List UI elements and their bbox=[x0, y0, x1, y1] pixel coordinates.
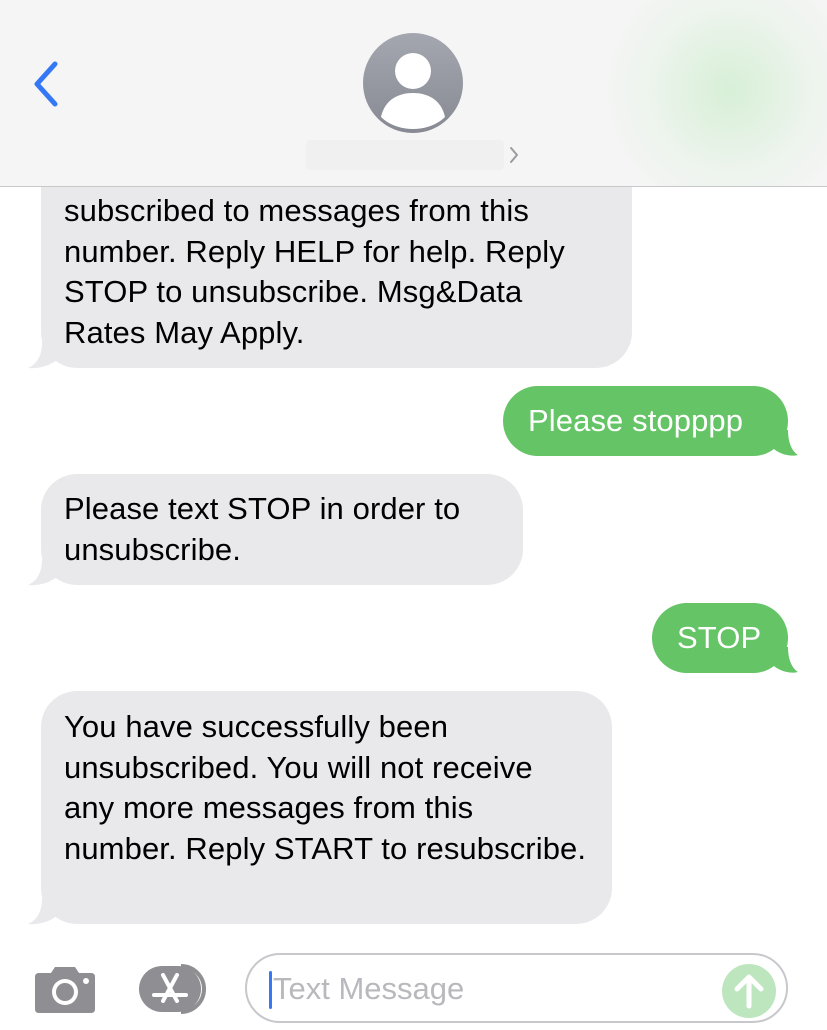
contact-avatar[interactable] bbox=[363, 33, 463, 133]
send-button[interactable] bbox=[722, 964, 776, 1018]
app-store-button[interactable] bbox=[137, 963, 213, 1015]
conversation-header bbox=[0, 0, 827, 187]
sent-message-bubble[interactable]: Please stopppp bbox=[503, 386, 788, 456]
message-text: subscribed to messages from this number.… bbox=[64, 193, 565, 350]
chevron-left-icon bbox=[34, 61, 58, 107]
sent-bubble-tail bbox=[772, 647, 798, 673]
text-cursor bbox=[269, 971, 272, 1009]
header-background-glow bbox=[600, 0, 827, 186]
received-message-bubble[interactable]: Please text STOP in order to unsubscribe… bbox=[41, 474, 523, 585]
message-text: STOP bbox=[677, 620, 762, 655]
message-text: Please stopppp bbox=[528, 403, 744, 438]
contact-name[interactable] bbox=[306, 140, 504, 170]
received-message-bubble[interactable]: You have successfully been unsubscribed.… bbox=[41, 691, 612, 924]
camera-button[interactable] bbox=[33, 963, 97, 1015]
message-input-field[interactable] bbox=[245, 953, 788, 1023]
message-input[interactable] bbox=[273, 967, 713, 1011]
back-button[interactable] bbox=[22, 56, 70, 112]
camera-icon bbox=[35, 967, 95, 1013]
message-text: Please text STOP in order to unsubscribe… bbox=[64, 491, 461, 567]
sent-bubble-tail bbox=[772, 430, 798, 456]
received-bubble-tail bbox=[28, 898, 58, 925]
app-store-icon bbox=[139, 964, 206, 1014]
messages-screen: subscribed to messages from this number.… bbox=[0, 0, 827, 1030]
person-icon bbox=[381, 53, 445, 129]
arrow-up-icon bbox=[734, 974, 764, 1009]
received-bubble-tail bbox=[28, 559, 58, 586]
received-bubble-tail bbox=[28, 342, 58, 369]
message-text: You have successfully been unsubscribed.… bbox=[64, 709, 587, 866]
chevron-right-icon[interactable] bbox=[506, 145, 522, 165]
